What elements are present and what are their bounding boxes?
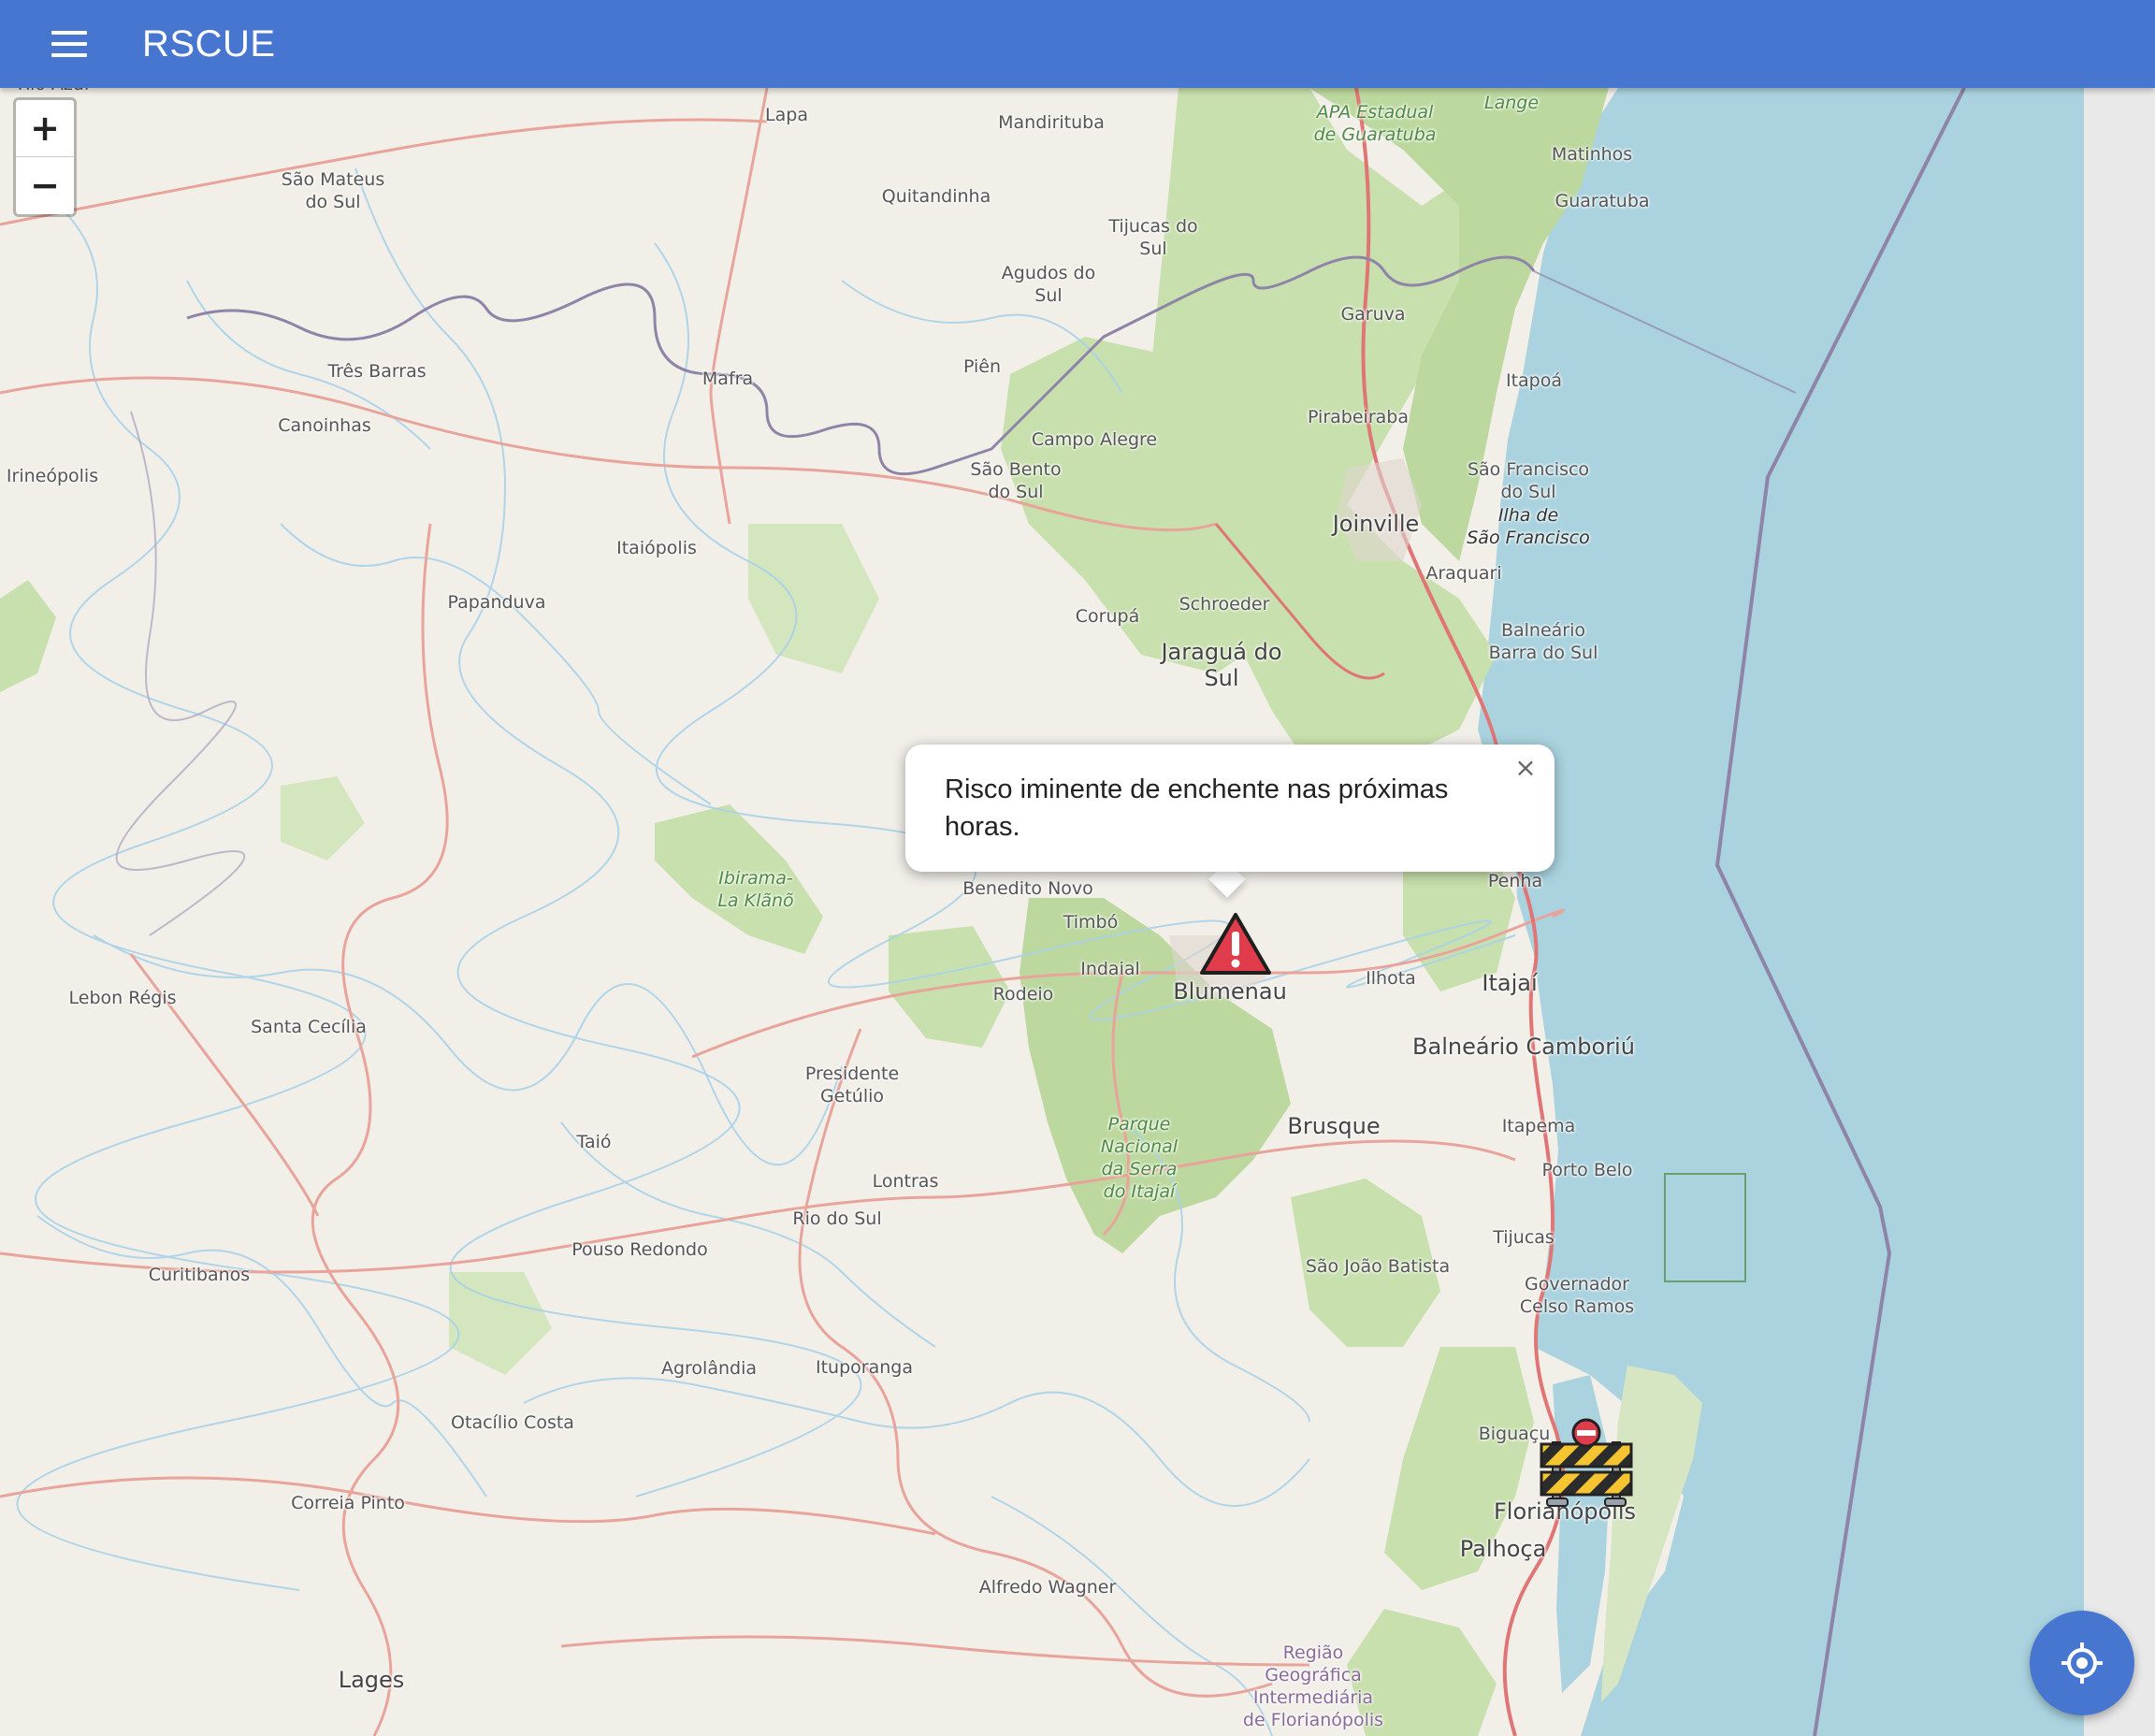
app-root: Lapa Mandirituba São Mateus do Sul Quita… xyxy=(0,0,2155,1736)
locate-me-button[interactable] xyxy=(2030,1611,2134,1715)
app-title: RSCUE xyxy=(142,22,276,65)
popup-message: Risco iminente de enchente nas próximas … xyxy=(945,774,1449,842)
popup-close-button[interactable]: × xyxy=(1511,754,1540,782)
zoom-control: + − xyxy=(13,97,77,217)
map-view[interactable]: Lapa Mandirituba São Mateus do Sul Quita… xyxy=(0,88,2084,1736)
warning-triangle-icon[interactable] xyxy=(1199,911,1272,976)
map-tiles xyxy=(0,88,2084,1736)
app-bar: RSCUE xyxy=(0,0,2155,88)
zoom-out-button[interactable]: − xyxy=(16,157,74,213)
map-side-gutter xyxy=(2084,88,2155,1736)
hamburger-menu-icon[interactable] xyxy=(41,16,97,72)
road-barrier-icon[interactable] xyxy=(1538,1414,1635,1512)
alert-popup: Risco iminente de enchente nas próximas … xyxy=(905,745,1555,872)
my-location-icon xyxy=(2061,1642,2103,1684)
zoom-in-button[interactable]: + xyxy=(16,100,74,157)
